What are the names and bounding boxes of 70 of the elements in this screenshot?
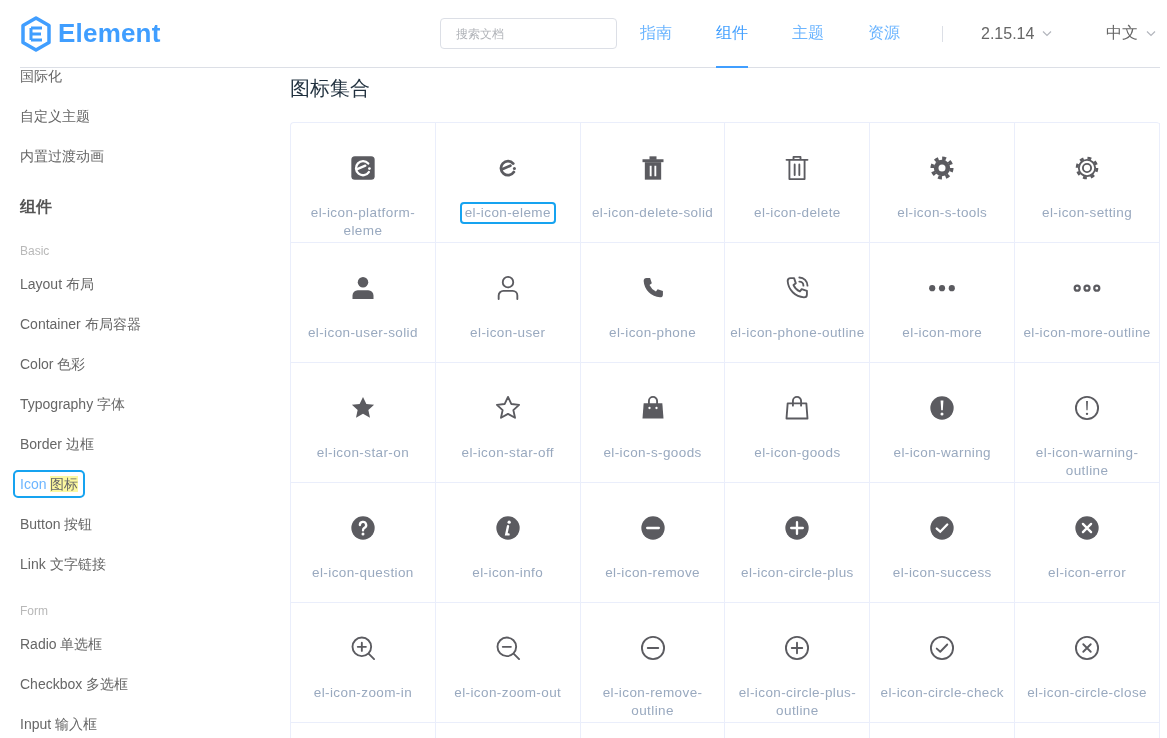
check-circle-icon — [928, 514, 957, 542]
icon-name: el-icon-eleme — [459, 202, 556, 224]
sidebar-item[interactable]: Color 色彩 — [18, 350, 88, 378]
sidebar-item[interactable]: Border 边框 — [18, 430, 96, 458]
more-icon — [1073, 283, 1102, 293]
search-field[interactable]: 搜索文档 — [440, 18, 617, 49]
sidebar-item[interactable]: Layout 布局 — [18, 270, 96, 298]
icon-name: el-icon-remove-outline — [601, 684, 704, 720]
sidebar-item[interactable]: 国际化 — [18, 62, 64, 90]
sidebar-item[interactable]: 内置过渡动画 — [18, 142, 106, 170]
icon-name: el-icon-question — [311, 564, 415, 582]
icon-name: el-icon-delete — [753, 204, 842, 222]
icon-name: el-icon-zoom-out — [453, 684, 563, 702]
icon-name: el-icon-s-tools — [896, 204, 989, 222]
more-icon — [928, 283, 957, 293]
sidebar-heading: 组件 — [20, 197, 53, 217]
group-label: Basic — [20, 243, 51, 260]
icon-name: el-icon-star-off — [460, 444, 555, 462]
icon-name: el-icon-error — [1047, 564, 1128, 582]
sidebar-item[interactable]: Typography 字体 — [18, 390, 128, 418]
icon-name: el-icon-warning-outline — [1034, 444, 1140, 480]
sidebar-item[interactable]: Input 输入框 — [18, 710, 100, 738]
sidebar-item[interactable]: Container 布局容器 — [18, 310, 143, 338]
language-dropdown[interactable]: 中文 — [1106, 23, 1139, 44]
group-label: Form — [20, 603, 49, 620]
icon-name: el-icon-goods — [753, 444, 842, 462]
sidebar-item[interactable]: 自定义主题 — [18, 102, 92, 130]
warning-icon — [928, 394, 957, 422]
sidebar-item[interactable]: Radio 单选框 — [18, 630, 105, 658]
warning-icon — [1073, 394, 1102, 422]
icon-name: el-icon-info — [471, 564, 545, 582]
icon-name: el-icon-platform-eleme — [309, 204, 417, 240]
caret-icon — [1042, 30, 1053, 37]
icon-name: el-icon-warning — [892, 444, 992, 462]
icon-name: el-icon-s-goods — [602, 444, 703, 462]
icon-name: el-icon-more — [901, 324, 984, 342]
icon-name: el-icon-star-on — [315, 444, 411, 462]
e-logo-icon — [348, 154, 377, 182]
plus-circle-icon — [783, 634, 812, 662]
icon-name: el-icon-phone — [608, 324, 698, 342]
question-icon — [348, 514, 377, 542]
icon-name: el-icon-user-solid — [306, 324, 419, 342]
icon-name: el-icon-setting — [1041, 204, 1134, 222]
minus-circle-icon — [638, 634, 667, 662]
plus-circle-icon — [783, 514, 812, 542]
version-dropdown[interactable]: 2.15.14 — [981, 24, 1035, 43]
info-icon — [493, 514, 522, 542]
logo-icon — [20, 15, 52, 52]
icon-name: el-icon-circle-plus — [740, 564, 855, 582]
minus-circle-icon — [638, 514, 667, 542]
icon-name: el-icon-remove — [604, 564, 701, 582]
icon-name: el-icon-phone-outline — [729, 324, 866, 342]
sidebar-item[interactable]: Icon 图标 — [13, 470, 86, 498]
close-circle-icon — [1073, 634, 1102, 662]
icon-name: el-icon-circle-close — [1026, 684, 1148, 702]
star-icon — [493, 394, 522, 422]
sidebar-item[interactable]: Link 文字链接 — [18, 550, 108, 578]
icon-name: el-icon-zoom-in — [312, 684, 414, 702]
caret-icon — [1146, 30, 1157, 37]
icon-name: el-icon-circle-plus-outline — [737, 684, 858, 720]
icon-name: el-icon-user — [469, 324, 547, 342]
icon-name: el-icon-delete-solid — [590, 204, 715, 222]
icon-name: el-icon-success — [891, 564, 993, 582]
icon-name: el-icon-circle-check — [879, 684, 1005, 702]
check-circle-icon — [928, 634, 957, 662]
sidebar-item[interactable]: Button 按钮 — [18, 510, 95, 538]
icon-name: el-icon-more-outline — [1022, 324, 1152, 342]
close-circle-icon — [1073, 514, 1102, 542]
page-title: 图标集合 — [290, 76, 371, 101]
sidebar-item[interactable]: Checkbox 多选框 — [18, 670, 131, 698]
